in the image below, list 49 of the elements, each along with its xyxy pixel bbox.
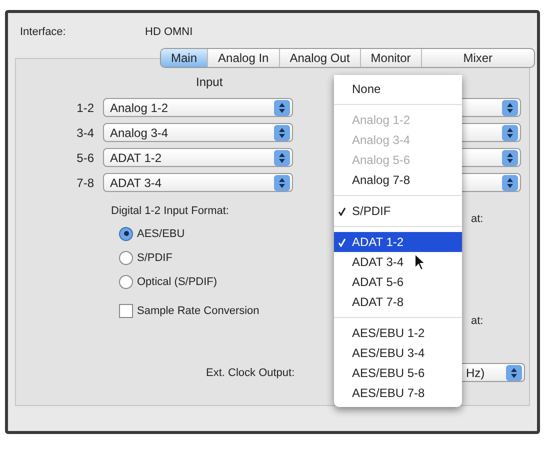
channel-label: 5-6 [76, 150, 94, 164]
checkbox-label: Sample Rate Conversion [137, 304, 260, 316]
channel-label: 7-8 [76, 176, 94, 190]
interface-name: HD OMNI [145, 26, 193, 38]
tab[interactable]: Analog In [208, 49, 280, 67]
stepper-icon [274, 100, 290, 116]
menu-item[interactable]: ADAT 1-2 [334, 232, 462, 252]
menu-item[interactable]: ADAT 7-8 [334, 292, 462, 312]
stepper-icon [502, 100, 518, 116]
menu-item[interactable]: S/PDIF [334, 201, 462, 221]
input-dropdown[interactable]: Analog 3-4 [103, 123, 293, 142]
stepper-icon [274, 124, 290, 140]
menu-item[interactable]: ADAT 5-6 [334, 272, 462, 292]
tab[interactable]: Monitor [360, 49, 422, 67]
tab[interactable]: Main [161, 49, 208, 67]
menu-item[interactable]: ADAT 3-4 [334, 252, 462, 272]
stepper-icon [274, 150, 290, 166]
menu-item[interactable]: AES/EBU 1-2 [334, 323, 462, 343]
menu-item[interactable]: Analog 7-8 [334, 170, 462, 190]
checkbox[interactable] [119, 304, 133, 318]
stepper-icon [274, 174, 290, 190]
stepper-icon [502, 150, 518, 166]
tab[interactable]: Mixer [422, 49, 534, 67]
format-label: at: [471, 315, 484, 327]
menu-item[interactable]: None [334, 79, 462, 99]
radio-label: Optical (S/PDIF) [137, 276, 218, 288]
input-dropdown[interactable]: ADAT 1-2 [103, 148, 293, 167]
channel-label: 1-2 [76, 100, 94, 114]
clock-output-label: Ext. Clock Output: [206, 366, 295, 378]
menu-item[interactable]: AES/EBU 7-8 [334, 383, 462, 403]
checkmark-icon [338, 238, 346, 246]
checkmark-icon [338, 206, 346, 216]
stepper-icon [502, 174, 518, 190]
format-label: at: [471, 213, 484, 225]
stepper-icon [506, 364, 522, 380]
input-dropdown[interactable]: Analog 1-2 [103, 98, 293, 117]
radio-label: S/PDIF [137, 252, 172, 264]
input-dropdown[interactable]: ADAT 3-4 [103, 173, 293, 192]
tab[interactable]: Analog Out [280, 49, 361, 67]
radio-label: AES/EBU [137, 228, 185, 240]
channel-label: 3-4 [76, 126, 94, 140]
radio-button[interactable] [119, 250, 133, 264]
cursor-icon [414, 253, 426, 271]
stepper-icon [502, 124, 518, 140]
radio-button[interactable] [119, 226, 133, 240]
radio-button[interactable] [119, 274, 133, 288]
format-heading: Digital 1-2 Input Format: [111, 205, 229, 217]
menu-item[interactable]: AES/EBU 3-4 [334, 343, 462, 363]
interface-label: Interface: [20, 26, 67, 38]
